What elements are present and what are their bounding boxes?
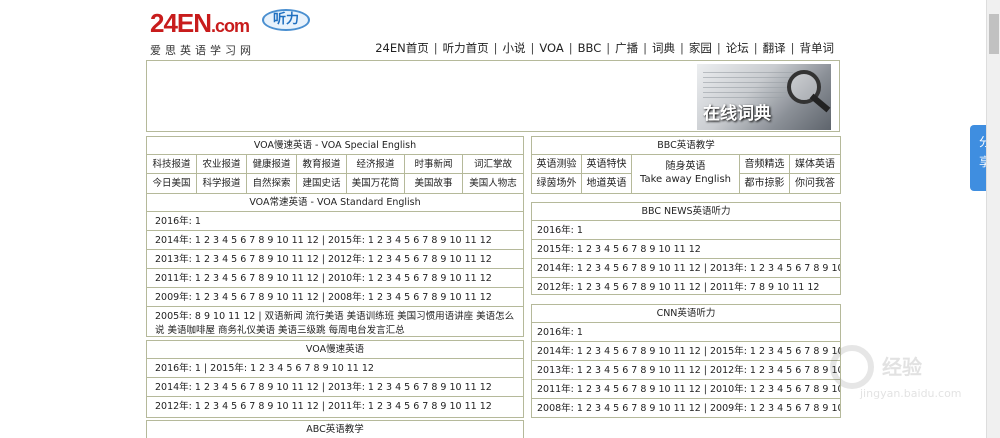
year-row[interactable]: 2016年: 1 — [532, 221, 840, 240]
nav-home-garden[interactable]: 家园 — [689, 40, 712, 56]
bbc-link[interactable]: 绿茵场外 — [532, 174, 581, 193]
year-row[interactable]: 2014年: 1 2 3 4 5 6 7 8 9 10 11 12 | 2013… — [532, 259, 840, 278]
voa-link[interactable]: 科技报道 — [147, 155, 197, 174]
cnn-title[interactable]: CNN英语听力 — [532, 305, 840, 323]
site-logo[interactable]: 24EN.com 听力 爱思英语学习网 — [150, 8, 320, 58]
nav-home[interactable]: 24EN首页 — [375, 40, 429, 56]
nav-listening[interactable]: 听力首页 — [443, 40, 489, 56]
voa-slow-title[interactable]: VOA慢速英语 — [147, 341, 523, 359]
nav-translate[interactable]: 翻译 — [763, 40, 786, 56]
cnn-panel: CNN英语听力 2016年: 1 2014年: 1 2 3 4 5 6 7 8 … — [531, 304, 841, 418]
year-row[interactable]: 2014年: 1 2 3 4 5 6 7 8 9 10 11 12 | 2015… — [147, 231, 523, 250]
voa-special-grid: 科技报道 农业报道 健康报道 教育报道 经济报道 时事新闻 词汇掌故 今日美国 … — [147, 155, 523, 194]
abc-title[interactable]: ABC英语教学 — [147, 421, 523, 438]
nav-vocab[interactable]: 背单词 — [800, 40, 835, 56]
year-row[interactable]: 2014年: 1 2 3 4 5 6 7 8 9 10 11 12 | 2013… — [147, 378, 523, 397]
voa-extra-links[interactable]: 2005年: 8 9 10 11 12 | 双语新闻 流行美语 美语训练班 美国… — [147, 307, 523, 341]
bbc-link[interactable]: 媒体英语 — [790, 155, 840, 174]
voa-link[interactable]: 农业报道 — [197, 155, 247, 174]
voa-link[interactable]: 美国万花筒 — [347, 174, 405, 193]
bbc-teaching-title[interactable]: BBC英语教学 — [532, 137, 840, 155]
year-row[interactable]: 2016年: 1 — [532, 323, 840, 342]
voa-link[interactable]: 科学报道 — [197, 174, 247, 193]
bbc-link[interactable]: 地道英语 — [582, 174, 631, 193]
voa-link[interactable]: 今日美国 — [147, 174, 197, 193]
voa-special-title[interactable]: VOA慢速英语 - VOA Special English — [147, 137, 523, 155]
nav-novel[interactable]: 小说 — [503, 40, 526, 56]
year-row[interactable]: 2012年: 1 2 3 4 5 6 7 8 9 10 11 12 | 2011… — [147, 397, 523, 416]
online-dictionary-banner[interactable]: 在线词典 — [697, 64, 831, 130]
voa-special-panel: VOA慢速英语 - VOA Special English 科技报道 农业报道 … — [146, 136, 524, 337]
voa-link[interactable]: 美国故事 — [405, 174, 463, 193]
watermark-url: jingyan.baidu.com — [860, 387, 962, 400]
year-row[interactable]: 2008年: 1 2 3 4 5 6 7 8 9 10 11 12 | 2009… — [532, 399, 840, 418]
bbc-link[interactable]: 音频精选 — [740, 155, 789, 174]
logo-subtitle: 爱思英语学习网 — [150, 44, 255, 57]
year-row[interactable]: 2013年: 1 2 3 4 5 6 7 8 9 10 11 12 | 2012… — [147, 250, 523, 269]
nav-voa[interactable]: VOA — [539, 41, 563, 55]
dict-caption: 在线词典 — [703, 104, 771, 124]
nav-radio[interactable]: 广播 — [615, 40, 638, 56]
voa-link[interactable]: 教育报道 — [297, 155, 347, 174]
year-row[interactable]: 2014年: 1 2 3 4 5 6 7 8 9 10 11 12 | 2015… — [532, 342, 840, 361]
listening-bubble: 听力 — [262, 9, 310, 31]
voa-link[interactable]: 经济报道 — [347, 155, 405, 174]
bbc-link[interactable]: 你问我答 — [790, 174, 840, 193]
bbc-news-panel: BBC NEWS英语听力 2016年: 1 2015年: 1 2 3 4 5 6… — [531, 202, 841, 295]
logo-text: 24EN.com — [150, 8, 250, 38]
year-row[interactable]: 2011年: 1 2 3 4 5 6 7 8 9 10 11 12 | 2010… — [532, 380, 840, 399]
abc-panel: ABC英语教学 — [146, 420, 524, 438]
voa-link[interactable]: 健康报道 — [247, 155, 297, 174]
voa-link[interactable]: 时事新闻 — [405, 155, 463, 174]
voa-link[interactable]: 词汇掌故 — [463, 155, 523, 174]
page: 24EN.com 听力 爱思英语学习网 24EN首页 | 听力首页 | 小说 | VOA | B… — [0, 0, 1000, 438]
scrollbar-thumb[interactable] — [989, 14, 999, 54]
watermark-text: 经验 — [882, 355, 922, 379]
bbc-link[interactable]: 都市掠影 — [740, 174, 789, 193]
year-row[interactable]: 2015年: 1 2 3 4 5 6 7 8 9 10 11 12 — [532, 240, 840, 259]
baidu-jingyan-watermark: 经验 jingyan.baidu.com — [830, 345, 990, 405]
take-away-english[interactable]: 随身英语 Take away English — [632, 155, 740, 193]
voa-link[interactable]: 建国史话 — [297, 174, 347, 193]
voa-slow-panel: VOA慢速英语 2016年: 1 | 2015年: 1 2 3 4 5 6 7 … — [146, 340, 524, 418]
year-row[interactable]: 2013年: 1 2 3 4 5 6 7 8 9 10 11 12 | 2012… — [532, 361, 840, 380]
nav-forum[interactable]: 论坛 — [726, 40, 749, 56]
voa-link[interactable]: 美国人物志 — [463, 174, 523, 193]
paw-icon — [830, 345, 874, 389]
nav-bbc[interactable]: BBC — [578, 41, 602, 55]
bbc-link[interactable]: 英语测验 — [532, 155, 581, 174]
top-banner: 在线词典 — [146, 60, 840, 132]
scrollbar[interactable] — [986, 0, 1000, 438]
year-row[interactable]: 2016年: 1 | 2015年: 1 2 3 4 5 6 7 8 9 10 1… — [147, 359, 523, 378]
top-nav: 24EN首页 | 听力首页 | 小说 | VOA | BBC | 广播 | 词典 | 家园 | 论坛 | 翻译 | 背单… — [375, 40, 835, 56]
year-row[interactable]: 2011年: 1 2 3 4 5 6 7 8 9 10 11 12 | 2010… — [147, 269, 523, 288]
nav-dictionary[interactable]: 词典 — [652, 40, 675, 56]
bbc-news-title[interactable]: BBC NEWS英语听力 — [532, 203, 840, 221]
bbc-teaching-grid: 英语测验 绿茵场外 英语特快 地道英语 随身英语 Take away Engli… — [532, 155, 840, 193]
take-away-cn: 随身英语 — [665, 161, 706, 172]
take-away-en: Take away English — [640, 174, 731, 185]
voa-link[interactable]: 自然探索 — [247, 174, 297, 193]
voa-standard-title[interactable]: VOA常速英语 - VOA Standard English — [147, 194, 523, 212]
bbc-teaching-panel: BBC英语教学 英语测验 绿茵场外 英语特快 地道英语 随身英语 Take aw… — [531, 136, 841, 194]
bbc-link[interactable]: 英语特快 — [582, 155, 631, 174]
year-row[interactable]: 2016年: 1 — [147, 212, 523, 231]
year-row[interactable]: 2012年: 1 2 3 4 5 6 7 8 9 10 11 12 | 2011… — [532, 278, 840, 297]
year-row[interactable]: 2009年: 1 2 3 4 5 6 7 8 9 10 11 12 | 2008… — [147, 288, 523, 307]
